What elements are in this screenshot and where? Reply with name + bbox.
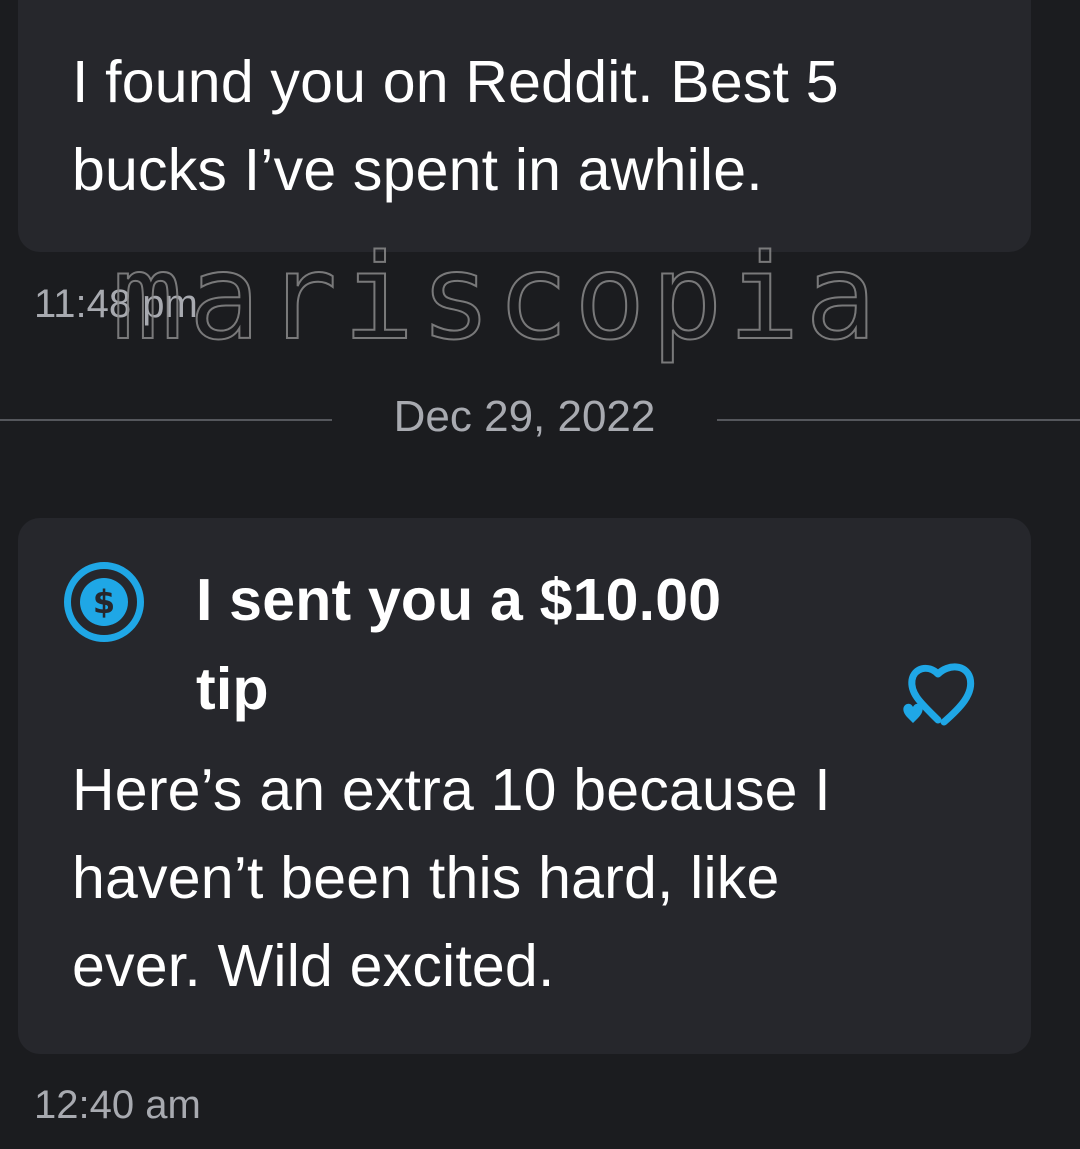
divider-line-right xyxy=(717,419,1080,421)
watermark: mariscopia xyxy=(111,228,883,366)
tip-label: I sent you a $10.00 tip xyxy=(196,567,722,722)
heart-outline-icon[interactable] xyxy=(898,658,994,738)
message-text: Here’s an extra 10 because I haven’t bee… xyxy=(72,757,831,999)
tip-message-bubble[interactable]: $ I sent you a $10.00 tip Here’s an extr… xyxy=(18,518,1031,1054)
dollar-circle-icon: $ xyxy=(64,562,144,642)
date-divider: Dec 29, 2022 xyxy=(393,392,656,441)
message-timestamp: 11:48 pm xyxy=(34,282,198,326)
message-bubble[interactable]: I found you on Reddit. Best 5 bucks I’ve… xyxy=(18,0,1031,252)
message-timestamp: 12:40 am xyxy=(34,1083,201,1127)
divider-line-left xyxy=(0,419,332,421)
message-text: I found you on Reddit. Best 5 bucks I’ve… xyxy=(72,49,839,203)
